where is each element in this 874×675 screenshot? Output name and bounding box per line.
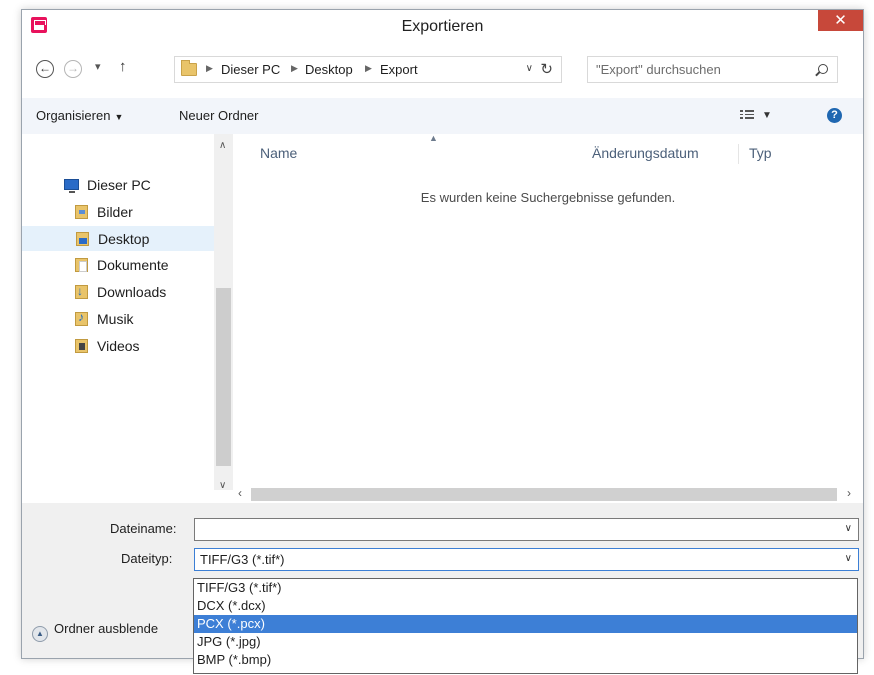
chevron-up-icon: ▲ (32, 626, 48, 642)
up-button[interactable]: ↑ (119, 58, 127, 75)
recent-locations-button[interactable]: ▾ (95, 60, 101, 73)
hide-folders-label: Ordner ausblende (54, 621, 159, 636)
forward-button[interactable]: → (64, 60, 82, 78)
filetype-dropdown-list: TIFF/G3 (*.tif*) DCX (*.dcx) PCX (*.pcx)… (193, 578, 858, 674)
column-header-type[interactable]: Typ (749, 145, 772, 161)
view-options-icon[interactable] (740, 110, 754, 121)
sidebar-item-dokumente[interactable]: Dokumente (22, 253, 214, 278)
column-header-date[interactable]: Änderungsdatum (592, 145, 699, 161)
scrollbar-thumb[interactable] (216, 288, 231, 466)
hide-folders-button[interactable]: ▲ Ordner ausblende (32, 621, 158, 642)
help-icon[interactable]: ? (827, 108, 842, 123)
title-bar[interactable]: Exportieren ✕ (22, 10, 863, 41)
navigation-pane: Dieser PC Bilder Desktop Dokumente Downl… (22, 134, 214, 490)
sidebar-item-dieser-pc[interactable]: Dieser PC (22, 173, 214, 198)
export-dialog: Exportieren ✕ ← → ▾ ↑ ▶ Dieser PC ▶ Desk… (21, 9, 864, 659)
sidebar-item-label: Dokumente (97, 257, 169, 273)
breadcrumb-desktop[interactable]: Desktop (305, 62, 353, 77)
search-placeholder: "Export" durchsuchen (596, 62, 721, 77)
back-button[interactable]: ← (36, 60, 54, 78)
computer-icon (64, 179, 79, 193)
filetype-label: Dateityp: (121, 551, 173, 566)
filename-label: Dateiname: (110, 521, 177, 536)
horizontal-scrollbar[interactable]: ‹ › (233, 485, 863, 503)
dropdown-option-dcx[interactable]: DCX (*.dcx) (194, 597, 857, 615)
dropdown-option-tiff[interactable]: TIFF/G3 (*.tif*) (194, 579, 857, 597)
close-button[interactable]: ✕ (818, 10, 863, 31)
breadcrumb-separator-icon: ▶ (206, 63, 213, 73)
sidebar-item-label: Bilder (97, 204, 133, 220)
filetype-select[interactable]: TIFF/G3 (*.tif*) ∨ (194, 548, 859, 571)
sidebar-item-label: Dieser PC (87, 177, 151, 193)
pictures-folder-icon (75, 205, 88, 219)
scroll-up-icon[interactable]: ∧ (219, 140, 226, 151)
breadcrumb-separator-icon: ▶ (365, 63, 372, 73)
filename-field[interactable]: ∨ (194, 518, 859, 541)
dropdown-option-pcx[interactable]: PCX (*.pcx) (194, 615, 857, 633)
chevron-down-icon[interactable]: ▼ (762, 110, 772, 121)
dropdown-option-jpg[interactable]: JPG (*.jpg) (194, 633, 857, 651)
organize-label: Organisieren (36, 108, 111, 123)
breadcrumb-export[interactable]: Export (380, 62, 418, 77)
column-header-name[interactable]: Name (260, 145, 297, 161)
window-title: Exportieren (401, 18, 484, 35)
navigation-scrollbar[interactable]: ∧ ∨ (214, 134, 233, 491)
videos-folder-icon (75, 339, 88, 353)
file-list: Name ▲ Änderungsdatum Typ Es wurden kein… (233, 133, 863, 490)
scroll-down-icon[interactable]: ∨ (219, 480, 226, 491)
empty-results-message: Es wurden keine Suchergebnisse gefunden. (420, 190, 676, 205)
sidebar-item-label: Desktop (98, 231, 150, 247)
column-divider[interactable] (738, 144, 739, 164)
scroll-left-icon[interactable]: ‹ (238, 486, 242, 500)
sidebar-item-desktop[interactable]: Desktop (22, 226, 214, 251)
breadcrumb-dieser-pc[interactable]: Dieser PC (221, 62, 280, 77)
search-input[interactable]: "Export" durchsuchen (587, 56, 838, 83)
filetype-value: TIFF/G3 (*.tif*) (200, 552, 285, 567)
dropdown-option-bmp[interactable]: BMP (*.bmp) (194, 651, 857, 669)
documents-folder-icon (75, 258, 88, 272)
sidebar-item-musik[interactable]: Musik (22, 307, 214, 332)
command-bar: Organisieren ▼ Neuer Ordner ▼ ? (22, 98, 863, 134)
address-bar[interactable]: ▶ Dieser PC ▶ Desktop ▶ Export ∨ ↻ (174, 56, 562, 83)
folder-icon (181, 60, 197, 76)
music-folder-icon (75, 310, 88, 326)
scrollbar-thumb[interactable] (251, 488, 837, 501)
sort-ascending-icon: ▲ (429, 133, 438, 143)
chevron-down-icon[interactable]: ∨ (845, 523, 852, 534)
address-row: ← → ▾ ↑ ▶ Dieser PC ▶ Desktop ▶ Export ∨… (22, 54, 863, 84)
sidebar-item-label: Musik (97, 311, 134, 327)
organize-button[interactable]: Organisieren ▼ (36, 108, 123, 123)
scroll-right-icon[interactable]: › (847, 486, 851, 500)
chevron-down-icon: ▼ (114, 112, 124, 122)
breadcrumb-separator-icon: ▶ (291, 63, 298, 73)
sidebar-item-videos[interactable]: Videos (22, 334, 214, 359)
sidebar-item-label: Downloads (97, 284, 167, 300)
new-folder-button[interactable]: Neuer Ordner (179, 108, 258, 123)
sidebar-item-label: Videos (97, 338, 140, 354)
refresh-icon[interactable]: ↻ (540, 60, 553, 78)
desktop-folder-icon (76, 232, 89, 246)
chevron-down-icon[interactable]: ∨ (845, 553, 852, 564)
downloads-folder-icon (75, 284, 88, 299)
sidebar-item-downloads[interactable]: Downloads (22, 280, 214, 305)
address-dropdown-icon[interactable]: ∨ (526, 63, 533, 74)
sidebar-item-bilder[interactable]: Bilder (22, 200, 214, 225)
search-icon[interactable] (818, 64, 828, 74)
